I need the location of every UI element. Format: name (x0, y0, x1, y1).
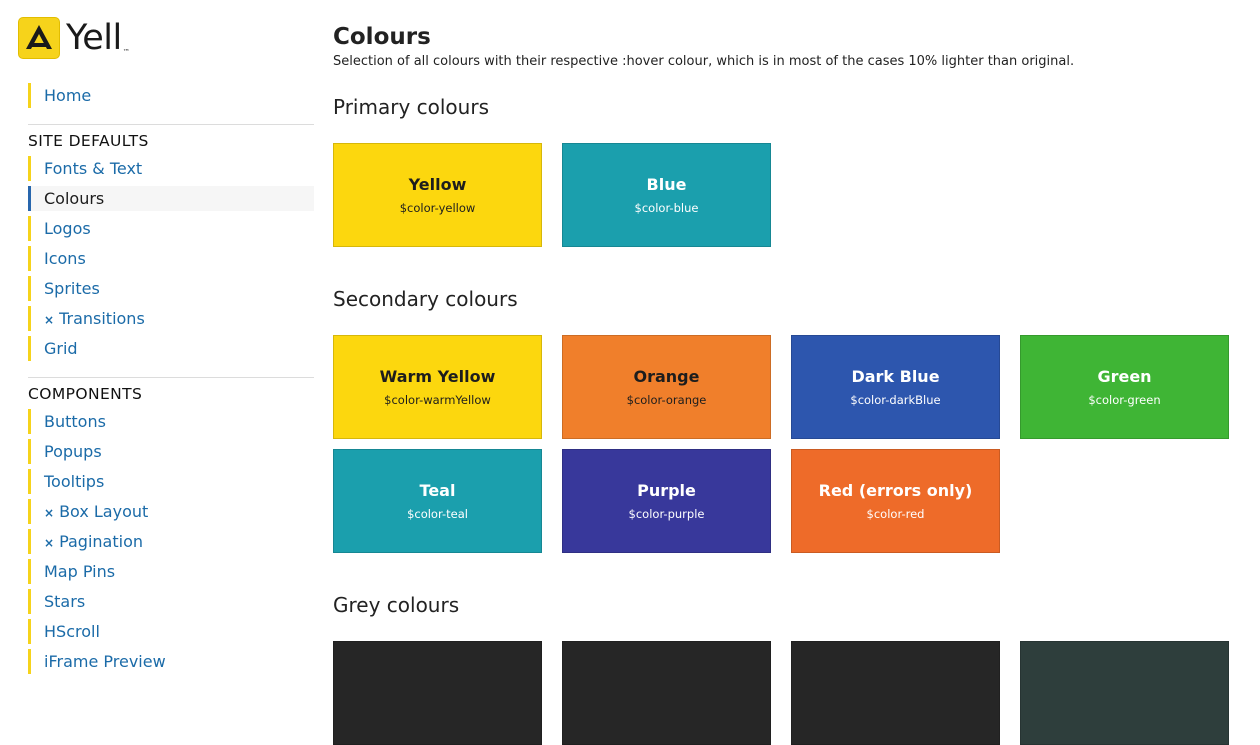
sidebar-item-label: HScroll (44, 622, 100, 641)
sidebar-item-box-layout[interactable]: × Box Layout (28, 499, 314, 524)
swatch-name: Warm Yellow (379, 367, 496, 386)
sidebar-item-label: Popups (44, 442, 102, 461)
swatch-name: Dark Blue (851, 367, 940, 386)
close-icon: × (44, 313, 55, 327)
divider (28, 124, 314, 125)
sidebar-item-iframe-preview[interactable]: iFrame Preview (28, 649, 314, 674)
swatch-variable: $color-blue (634, 201, 699, 215)
swatch-variable: $color-purple (628, 507, 705, 521)
sidebar-item-label: Fonts & Text (44, 159, 143, 178)
yell-logo[interactable]: Yell ™ (18, 16, 130, 60)
color-swatch-blue[interactable]: Blue $color-blue (562, 143, 771, 247)
sidebar-item-label: iFrame Preview (44, 652, 166, 671)
sidebar-item-stars[interactable]: Stars (28, 589, 314, 614)
swatch-name: Green (1097, 367, 1152, 386)
sidebar-item-grid[interactable]: Grid (28, 336, 314, 361)
color-swatch-yellow[interactable]: Yellow $color-yellow (333, 143, 542, 247)
sidebar: Yell ™ Home SITE DEFAULTS Fonts & Text Co… (0, 0, 320, 674)
sidebar-item-label: Box Layout (59, 502, 149, 521)
color-swatch-purple[interactable]: Purple $color-purple (562, 449, 771, 553)
swatch-variable: $color-yellow (399, 201, 476, 215)
sidebar-item-sprites[interactable]: Sprites (28, 276, 314, 301)
logo-text: Yell (66, 17, 122, 58)
sidebar-item-pagination[interactable]: × Pagination (28, 529, 314, 554)
swatch-variable: $color-red (866, 507, 925, 521)
sidebar-item-fonts-text[interactable]: Fonts & Text (28, 156, 314, 181)
color-swatch-green[interactable]: Green $color-green (1020, 335, 1229, 439)
sidebar-item-tooltips[interactable]: Tooltips (28, 469, 314, 494)
site-defaults-heading: SITE DEFAULTS (28, 132, 149, 150)
swatch-variable: $color-teal (407, 507, 468, 521)
sidebar-item-label: Grid (44, 339, 78, 358)
color-swatch-teal[interactable]: Teal $color-teal (333, 449, 542, 553)
sidebar-item-colours[interactable]: Colours (28, 186, 314, 211)
sidebar-item-label: Home (44, 86, 92, 105)
color-swatch[interactable] (1020, 641, 1229, 745)
sidebar-item-label: Map Pins (44, 562, 116, 581)
swatch-variable: $color-green (1088, 393, 1161, 407)
sidebar-item-label: Icons (44, 249, 86, 268)
sidebar-item-transitions[interactable]: × Transitions (28, 306, 314, 331)
swatch-name: Yellow (408, 175, 467, 194)
primary-colours-heading: Primary colours (333, 95, 489, 119)
sidebar-item-label: Stars (44, 592, 86, 611)
swatch-name: Purple (637, 481, 696, 500)
sidebar-item-label: Transitions (59, 309, 145, 328)
sidebar-item-label: Sprites (44, 279, 100, 298)
sidebar-item-label: Colours (44, 189, 105, 208)
sidebar-item-popups[interactable]: Popups (28, 439, 314, 464)
page-description: Selection of all colours with their resp… (333, 54, 1075, 69)
swatch-name: Red (errors only) (818, 481, 973, 500)
color-swatch[interactable] (791, 641, 1000, 745)
sidebar-item-buttons[interactable]: Buttons (28, 409, 314, 434)
sidebar-item-label: Tooltips (44, 472, 105, 491)
grey-colours-heading: Grey colours (333, 593, 460, 617)
sidebar-item-icons[interactable]: Icons (28, 246, 314, 271)
components-heading: COMPONENTS (28, 385, 143, 403)
divider (28, 377, 314, 378)
color-swatch-dark-blue[interactable]: Dark Blue $color-darkBlue (791, 335, 1000, 439)
swatch-variable: $color-warmYellow (384, 393, 491, 407)
sidebar-item-home[interactable]: Home (28, 83, 314, 108)
logo-trademark: ™ (122, 48, 130, 56)
color-swatch[interactable] (333, 641, 542, 745)
sidebar-item-label: Pagination (59, 532, 143, 551)
close-icon: × (44, 536, 55, 550)
color-swatch-orange[interactable]: Orange $color-orange (562, 335, 771, 439)
swatch-variable: $color-darkBlue (850, 393, 941, 407)
sidebar-item-hscroll[interactable]: HScroll (28, 619, 314, 644)
swatch-name: Blue (646, 175, 687, 194)
color-swatch[interactable] (562, 641, 771, 745)
secondary-colours-heading: Secondary colours (333, 287, 518, 311)
sidebar-item-map-pins[interactable]: Map Pins (28, 559, 314, 584)
yell-logo-icon (18, 17, 60, 59)
sidebar-item-label: Logos (44, 219, 91, 238)
sidebar-item-logos[interactable]: Logos (28, 216, 314, 241)
swatch-name: Teal (419, 481, 456, 500)
swatch-variable: $color-orange (626, 393, 707, 407)
sidebar-item-label: Buttons (44, 412, 106, 431)
page-title: Colours (333, 24, 431, 50)
close-icon: × (44, 506, 55, 520)
color-swatch-warm-yellow[interactable]: Warm Yellow $color-warmYellow (333, 335, 542, 439)
color-swatch-red-errors-only[interactable]: Red (errors only) $color-red (791, 449, 1000, 553)
swatch-name: Orange (633, 367, 700, 386)
